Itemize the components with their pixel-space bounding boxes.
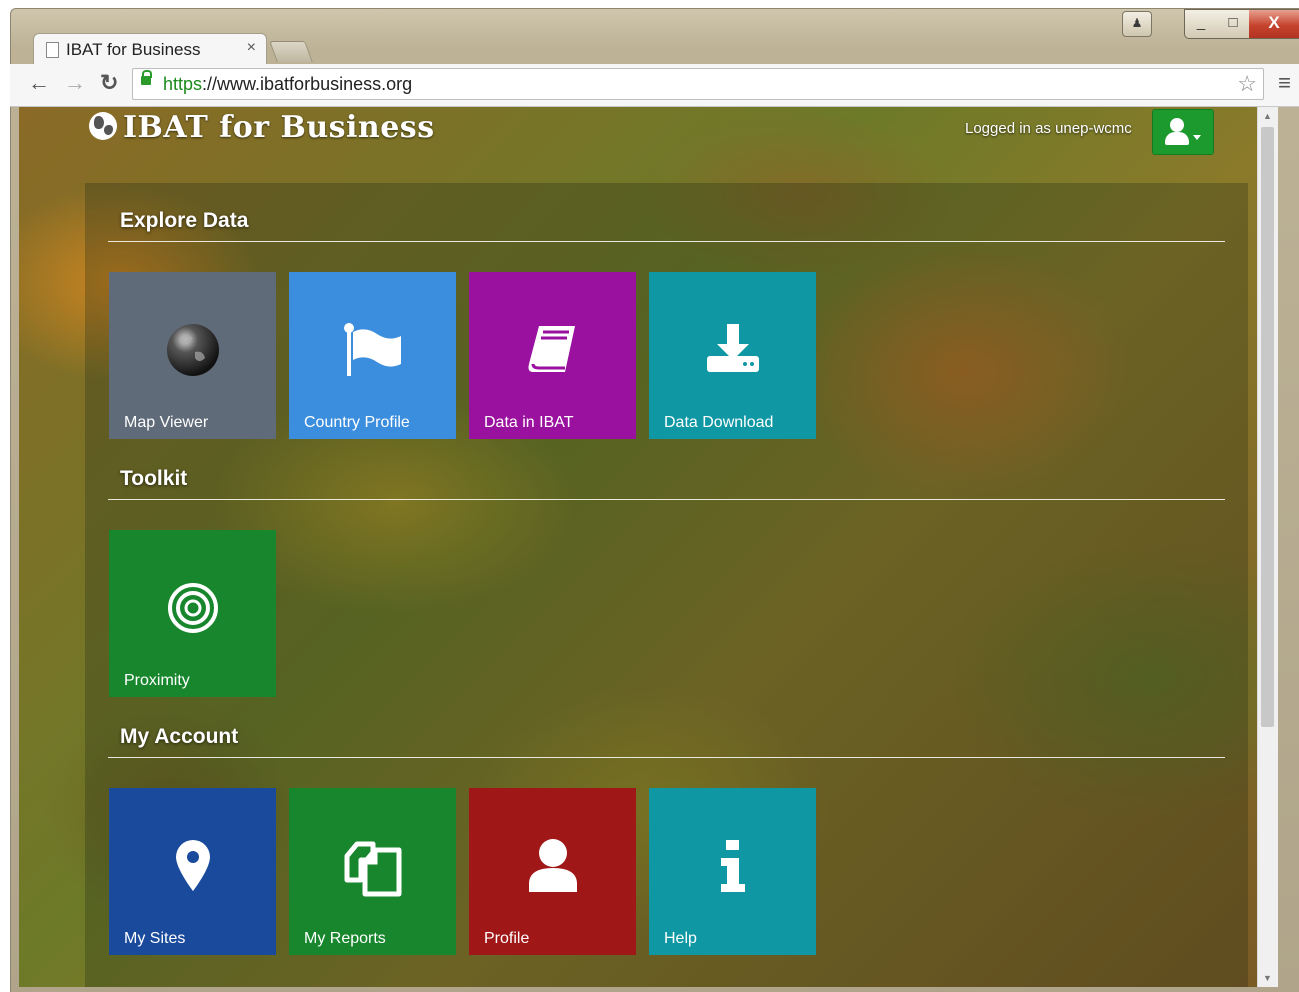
target-icon — [167, 583, 218, 633]
tile-my-reports[interactable]: My Reports — [289, 788, 456, 955]
forward-arrow-icon[interactable]: → — [64, 70, 86, 96]
flag-icon — [343, 323, 401, 376]
vertical-scrollbar[interactable]: ▲ ▼ — [1257, 107, 1278, 987]
globe-logo-icon — [89, 112, 117, 140]
new-tab-button[interactable] — [269, 41, 313, 62]
section-title-explore-data: Explore Data — [120, 209, 249, 232]
section-title-toolkit: Toolkit — [120, 467, 188, 490]
bookmark-star-icon[interactable]: ☆ — [1237, 71, 1257, 97]
tile-my-sites[interactable]: My Sites — [109, 788, 276, 955]
caret-down-icon — [1193, 135, 1201, 140]
site-brand[interactable]: IBAT for Business — [89, 110, 435, 145]
tile-profile[interactable]: Profile — [469, 788, 636, 955]
address-bar[interactable]: https://www.ibatforbusiness.org ☆ — [132, 68, 1264, 100]
download-icon — [706, 324, 759, 372]
page-viewport: IBAT for Business Logged in as unep-wcmc… — [19, 107, 1278, 987]
tile-data-download[interactable]: Data Download — [649, 272, 816, 439]
maximize-button[interactable]: □ — [1217, 9, 1250, 39]
tile-label: Data Download — [664, 414, 774, 431]
minimize-button[interactable]: _ — [1184, 9, 1218, 39]
globe-icon — [166, 324, 219, 376]
section-divider — [108, 757, 1225, 758]
url-text: https://www.ibatforbusiness.org — [163, 74, 413, 94]
lock-icon — [141, 70, 152, 85]
browser-toolbar: ← → ↻ https://www.ibatforbusiness.org ☆ … — [10, 64, 1299, 107]
tile-label: Help — [664, 930, 697, 947]
tile-help[interactable]: Help — [649, 788, 816, 955]
brand-text: IBAT for Business — [123, 110, 435, 145]
scroll-down-arrow-icon[interactable]: ▼ — [1263, 973, 1272, 983]
page-icon — [46, 42, 59, 58]
section-divider — [108, 241, 1225, 242]
scroll-up-arrow-icon[interactable]: ▲ — [1263, 111, 1272, 121]
dashboard-panel: Explore Data Map Viewer Country Profile — [85, 183, 1248, 987]
user-icon — [1170, 118, 1184, 132]
tab-title: IBAT for Business — [66, 40, 201, 59]
tile-label: My Sites — [124, 930, 186, 947]
tab-close-icon[interactable]: × — [247, 39, 256, 57]
profile-switcher-icon[interactable]: ♟ — [1122, 11, 1152, 37]
tile-map-viewer[interactable]: Map Viewer — [109, 272, 276, 439]
back-arrow-icon[interactable]: ← — [28, 70, 50, 96]
section-title-my-account: My Account — [120, 725, 239, 748]
close-window-button[interactable]: X — [1249, 9, 1299, 39]
logged-in-status: Logged in as unep-wcmc — [965, 120, 1132, 137]
reload-icon[interactable]: ↻ — [100, 70, 118, 96]
tile-country-profile[interactable]: Country Profile — [289, 272, 456, 439]
browser-menu-icon[interactable]: ≡ — [1278, 70, 1291, 96]
book-icon — [528, 326, 575, 372]
tile-label: My Reports — [304, 930, 386, 947]
user-menu-button[interactable] — [1152, 109, 1214, 155]
tile-label: Profile — [484, 930, 530, 947]
info-icon — [720, 840, 745, 892]
tile-label: Country Profile — [304, 414, 410, 431]
tile-label: Data in IBAT — [484, 414, 574, 431]
browser-tab[interactable]: IBAT for Business × — [33, 33, 267, 66]
copy-icon — [344, 841, 401, 897]
tile-data-in-ibat[interactable]: Data in IBAT — [469, 272, 636, 439]
tile-label: Proximity — [124, 672, 190, 689]
tile-proximity[interactable]: Proximity — [109, 530, 276, 697]
map-pin-icon — [175, 840, 210, 891]
scrollbar-thumb[interactable] — [1261, 127, 1274, 727]
section-divider — [108, 499, 1225, 500]
tile-label: Map Viewer — [124, 414, 209, 431]
user-icon — [528, 839, 577, 892]
